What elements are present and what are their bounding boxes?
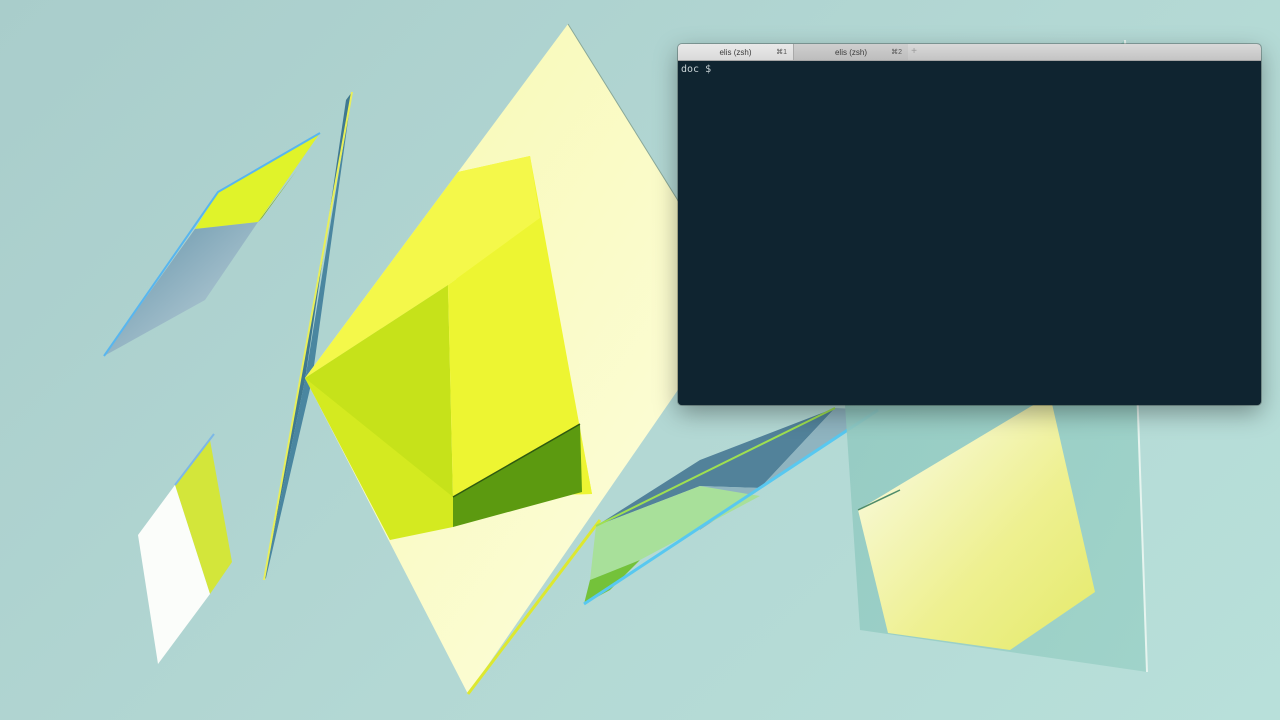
tab-2-shortcut: ⌘2 xyxy=(891,49,902,56)
tab-1-shortcut: ⌘1 xyxy=(776,49,787,56)
shard-top-left xyxy=(103,132,321,357)
prompt-directory: doc xyxy=(681,63,700,75)
prompt-symbol: $ xyxy=(705,63,712,75)
shard-bottom-left xyxy=(138,433,232,664)
new-tab-button[interactable]: + xyxy=(908,44,920,60)
terminal-body[interactable]: doc $ xyxy=(678,61,1261,405)
tab-2[interactable]: elis (zsh) ⌘2 xyxy=(793,44,908,60)
terminal-tab-bar: elis (zsh) ⌘1 elis (zsh) ⌘2 + xyxy=(678,44,1261,61)
prompt-line: doc $ xyxy=(681,63,1258,75)
terminal-window[interactable]: elis (zsh) ⌘1 elis (zsh) ⌘2 + doc $ xyxy=(678,44,1261,405)
tab-1[interactable]: elis (zsh) ⌘1 xyxy=(678,44,793,60)
desktop: elis (zsh) ⌘1 elis (zsh) ⌘2 + doc $ xyxy=(0,0,1280,720)
shard-large-diamond xyxy=(305,23,741,695)
